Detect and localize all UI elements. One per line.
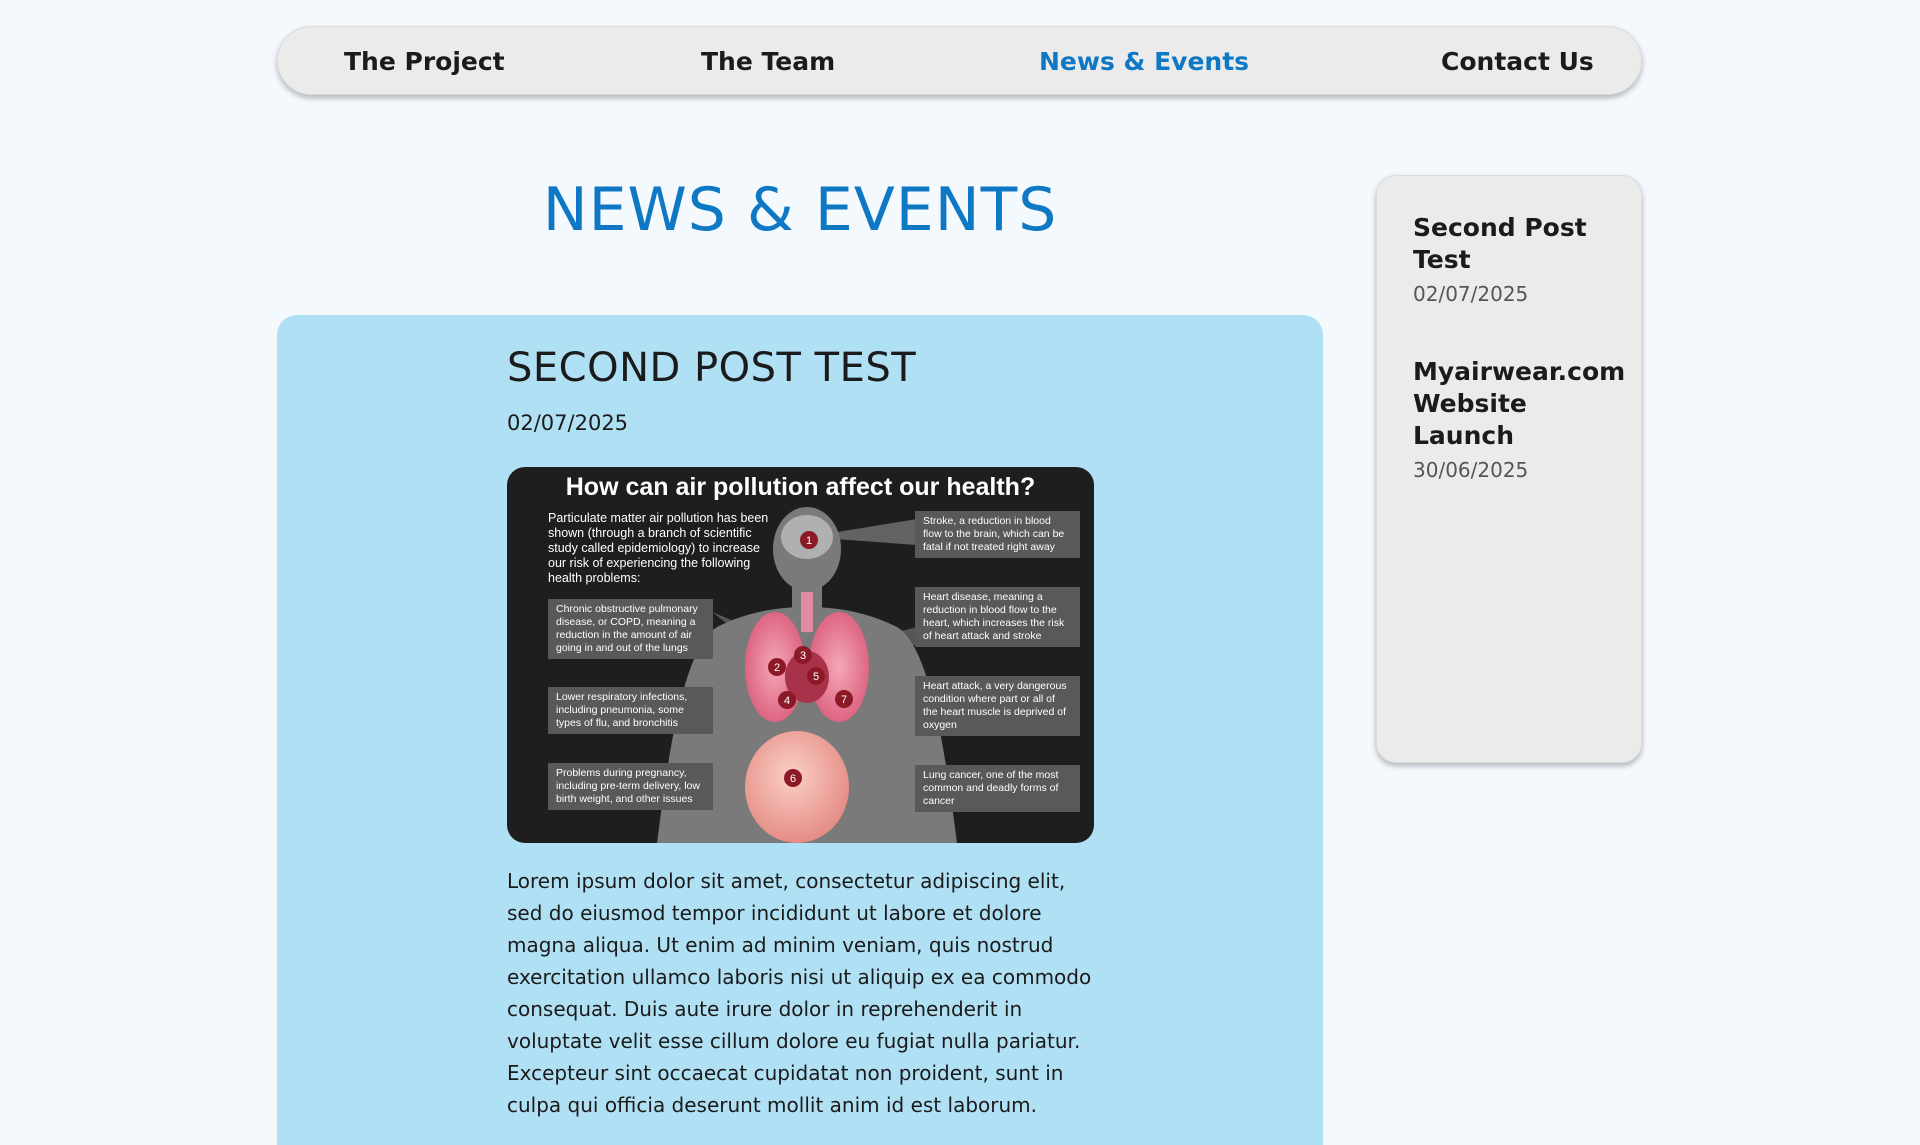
post-card: SECOND POST TEST 02/07/2025 1 2 3 4 5 6 … bbox=[277, 315, 1323, 1145]
nav-item-the-team[interactable]: The Team bbox=[701, 27, 835, 96]
infographic-box-lung-cancer: Lung cancer, one of the most common and … bbox=[915, 765, 1080, 812]
sidebar-post-date: 02/07/2025 bbox=[1413, 282, 1529, 306]
sidebar-post[interactable]: Second Post Test 02/07/2025 bbox=[1413, 212, 1623, 306]
sidebar-post-date: 30/06/2025 bbox=[1413, 458, 1529, 482]
recent-posts-sidebar: Second Post Test 02/07/2025 Myairwear.co… bbox=[1376, 175, 1642, 763]
infographic-title: How can air pollution affect our health? bbox=[565, 473, 1036, 501]
infographic-box-respiratory: Lower respiratory infections, including … bbox=[548, 687, 713, 734]
post-title: SECOND POST TEST bbox=[507, 345, 917, 391]
infographic-box-copd: Chronic obstructive pulmonary disease, o… bbox=[548, 599, 713, 659]
sidebar-post-title[interactable]: Second Post Test bbox=[1413, 212, 1623, 276]
marker-5-label: 5 bbox=[813, 671, 819, 683]
marker-7-label: 7 bbox=[841, 694, 847, 706]
nav-item-contact-us[interactable]: Contact Us bbox=[1441, 27, 1594, 96]
post-date: 02/07/2025 bbox=[507, 411, 629, 435]
marker-3-label: 3 bbox=[800, 650, 806, 662]
main-nav: The Project The Team News & Events Conta… bbox=[277, 26, 1642, 95]
sidebar-post[interactable]: Myairwear.com Website Launch 30/06/2025 bbox=[1413, 356, 1625, 482]
sidebar-post-title[interactable]: Myairwear.com Website Launch bbox=[1413, 356, 1625, 452]
marker-6-label: 6 bbox=[790, 773, 796, 785]
infographic-box-pregnancy: Problems during pregnancy, including pre… bbox=[548, 763, 713, 810]
infographic-box-heart-attack: Heart attack, a very dangerous condition… bbox=[915, 676, 1080, 736]
marker-2-label: 2 bbox=[774, 662, 780, 674]
page-title: NEWS & EVENTS bbox=[542, 175, 1058, 245]
marker-4-label: 4 bbox=[784, 695, 790, 707]
post-infographic: 1 2 3 4 5 6 7 How can air pollution affe… bbox=[507, 467, 1094, 843]
nav-item-the-project[interactable]: The Project bbox=[344, 27, 505, 96]
infographic-intro: Particulate matter air pollution has bee… bbox=[548, 511, 769, 585]
nav-item-news-events[interactable]: News & Events bbox=[1039, 27, 1249, 96]
infographic-box-stroke: Stroke, a reduction in blood flow to the… bbox=[915, 511, 1080, 558]
marker-1-label: 1 bbox=[806, 535, 812, 547]
post-body: Lorem ipsum dolor sit amet, consectetur … bbox=[507, 869, 1092, 1117]
infographic-box-heart-disease: Heart disease, meaning a reduction in bl… bbox=[915, 587, 1080, 647]
